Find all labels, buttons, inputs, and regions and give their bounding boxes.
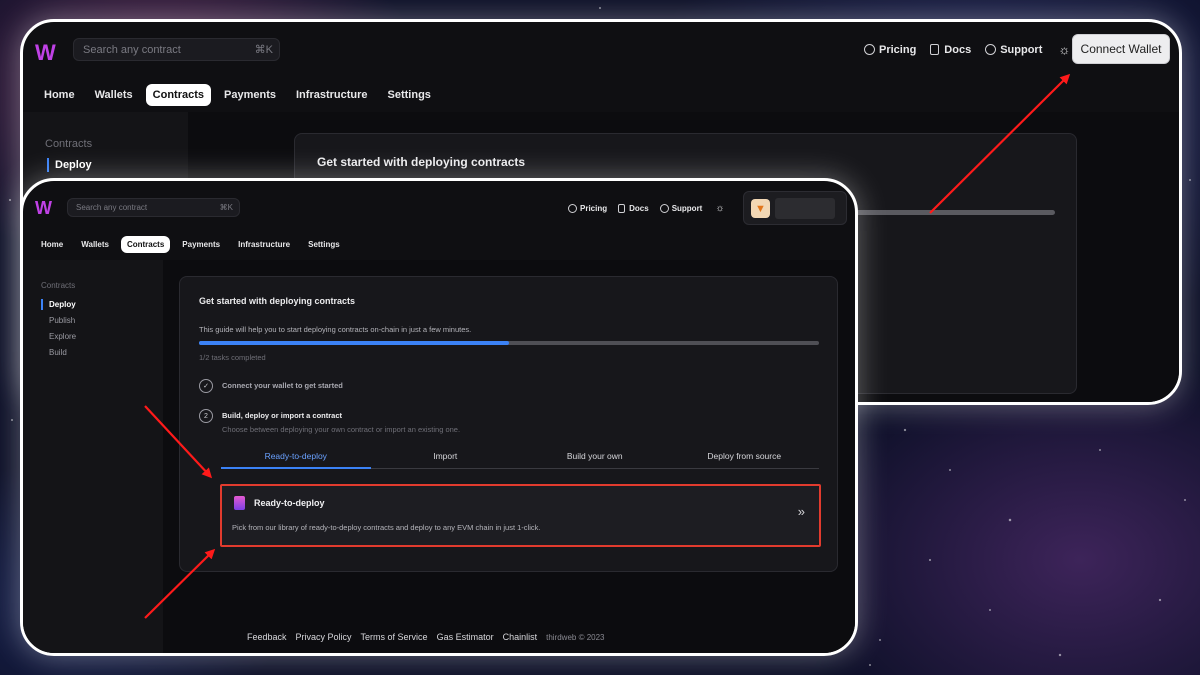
step-description: Choose between deploying your own contra… bbox=[222, 425, 461, 434]
pricing-label: Pricing bbox=[879, 43, 917, 56]
tab-home[interactable]: Home bbox=[35, 236, 69, 253]
sun-icon[interactable]: ☼ bbox=[715, 203, 724, 214]
document-icon bbox=[618, 204, 626, 213]
footer-copyright: thirdweb © 2023 bbox=[546, 633, 605, 642]
support-label: Support bbox=[671, 204, 703, 213]
support-link[interactable]: Support bbox=[659, 204, 703, 213]
guide-description: This guide will help you to start deploy… bbox=[199, 325, 472, 334]
progress-bar bbox=[829, 210, 1055, 215]
main-nav-tabs: Home Wallets Contracts Payments Infrastr… bbox=[37, 84, 444, 106]
check-circle-icon: ✓ bbox=[199, 379, 213, 393]
footer-link-privacy[interactable]: Privacy Policy bbox=[296, 632, 352, 642]
sidebar-section-title: Contracts bbox=[41, 281, 76, 290]
sidebar-section-title: Contracts bbox=[45, 138, 93, 150]
tab-infrastructure[interactable]: Infrastructure bbox=[232, 236, 296, 253]
docs-link[interactable]: Docs bbox=[930, 44, 971, 56]
card-title: Get started with deploying contracts bbox=[199, 296, 356, 306]
pricing-link[interactable]: Pricing bbox=[568, 204, 607, 213]
document-icon bbox=[930, 44, 940, 55]
sidebar: Contracts Deploy Publish Explore Build bbox=[23, 260, 163, 653]
thirdweb-logo-icon[interactable]: W bbox=[35, 40, 56, 66]
deploy-method-tabs: Ready-to-deploy Import Build your own De… bbox=[221, 451, 819, 469]
globe-icon bbox=[568, 204, 577, 213]
footer-link-chainlist[interactable]: Chainlist bbox=[503, 632, 538, 642]
subtab-deploy-from-source[interactable]: Deploy from source bbox=[670, 451, 820, 468]
header-links: Pricing Docs Support ☼ bbox=[568, 203, 725, 214]
pricing-link[interactable]: Pricing bbox=[864, 44, 916, 56]
tab-contracts[interactable]: Contracts bbox=[145, 84, 212, 106]
pricing-label: Pricing bbox=[580, 204, 608, 213]
support-link[interactable]: Support bbox=[985, 44, 1042, 56]
globe-icon bbox=[864, 44, 875, 55]
footer-link-gas-estimator[interactable]: Gas Estimator bbox=[437, 632, 494, 642]
support-label: Support bbox=[1000, 43, 1043, 56]
footer: Feedback Privacy Policy Terms of Service… bbox=[247, 632, 604, 642]
sidebar-item-publish[interactable]: Publish bbox=[49, 316, 75, 325]
search-placeholder: Search any contract bbox=[76, 203, 148, 212]
docs-label: Docs bbox=[944, 43, 972, 56]
search-input[interactable]: Search any contract ⌘K bbox=[73, 38, 280, 61]
footer-link-feedback[interactable]: Feedback bbox=[247, 632, 287, 642]
tab-infrastructure[interactable]: Infrastructure bbox=[289, 84, 375, 106]
subtab-import[interactable]: Import bbox=[371, 451, 521, 468]
card-title: Get started with deploying contracts bbox=[317, 155, 526, 169]
subtab-ready-to-deploy[interactable]: Ready-to-deploy bbox=[221, 451, 371, 469]
search-placeholder: Search any contract bbox=[83, 43, 181, 56]
tab-home[interactable]: Home bbox=[37, 84, 82, 106]
step-number-badge: 2 bbox=[199, 409, 213, 423]
thirdweb-logo-icon[interactable]: W bbox=[35, 198, 52, 219]
search-shortcut: ⌘K bbox=[254, 44, 273, 56]
connected-wallet-button[interactable]: ▼ bbox=[743, 191, 847, 225]
progress-fill bbox=[199, 341, 509, 345]
search-shortcut: ⌘K bbox=[219, 203, 233, 212]
help-circle-icon bbox=[985, 44, 997, 55]
sidebar-item-explore[interactable]: Explore bbox=[49, 332, 76, 341]
sun-icon[interactable]: ☼ bbox=[1058, 42, 1070, 57]
tab-settings[interactable]: Settings bbox=[302, 236, 346, 253]
tab-settings[interactable]: Settings bbox=[381, 84, 438, 106]
tab-payments[interactable]: Payments bbox=[217, 84, 283, 106]
tab-wallets[interactable]: Wallets bbox=[75, 236, 115, 253]
tab-payments[interactable]: Payments bbox=[176, 236, 226, 253]
footer-link-terms[interactable]: Terms of Service bbox=[361, 632, 428, 642]
help-circle-icon bbox=[659, 204, 669, 213]
tab-wallets[interactable]: Wallets bbox=[88, 84, 140, 106]
metamask-fox-icon: ▼ bbox=[751, 199, 770, 218]
sidebar-item-build[interactable]: Build bbox=[49, 348, 67, 357]
docs-link[interactable]: Docs bbox=[618, 204, 649, 213]
docs-label: Docs bbox=[629, 204, 649, 213]
sidebar-item-deploy[interactable]: Deploy bbox=[41, 299, 76, 310]
search-input[interactable]: Search any contract ⌘K bbox=[67, 198, 240, 217]
header-links: Pricing Docs Support ☼ bbox=[864, 42, 1070, 57]
screenshot-panel-connected: W Search any contract ⌘K Pricing Docs Su… bbox=[20, 178, 858, 656]
subtab-build-your-own[interactable]: Build your own bbox=[520, 451, 670, 468]
tasks-completed: 1/2 tasks completed bbox=[199, 353, 266, 362]
main-nav-tabs: Home Wallets Contracts Payments Infrastr… bbox=[35, 236, 352, 253]
progress-bar bbox=[199, 341, 819, 345]
wallet-address-redacted bbox=[775, 198, 835, 219]
highlight-box bbox=[220, 484, 821, 547]
connect-wallet-button[interactable]: Connect Wallet bbox=[1072, 34, 1170, 64]
step-title: Build, deploy or import a contract bbox=[222, 411, 343, 420]
tab-contracts[interactable]: Contracts bbox=[120, 236, 171, 253]
step-title: Connect your wallet to get started bbox=[222, 381, 343, 390]
sidebar-item-deploy[interactable]: Deploy bbox=[47, 158, 92, 172]
